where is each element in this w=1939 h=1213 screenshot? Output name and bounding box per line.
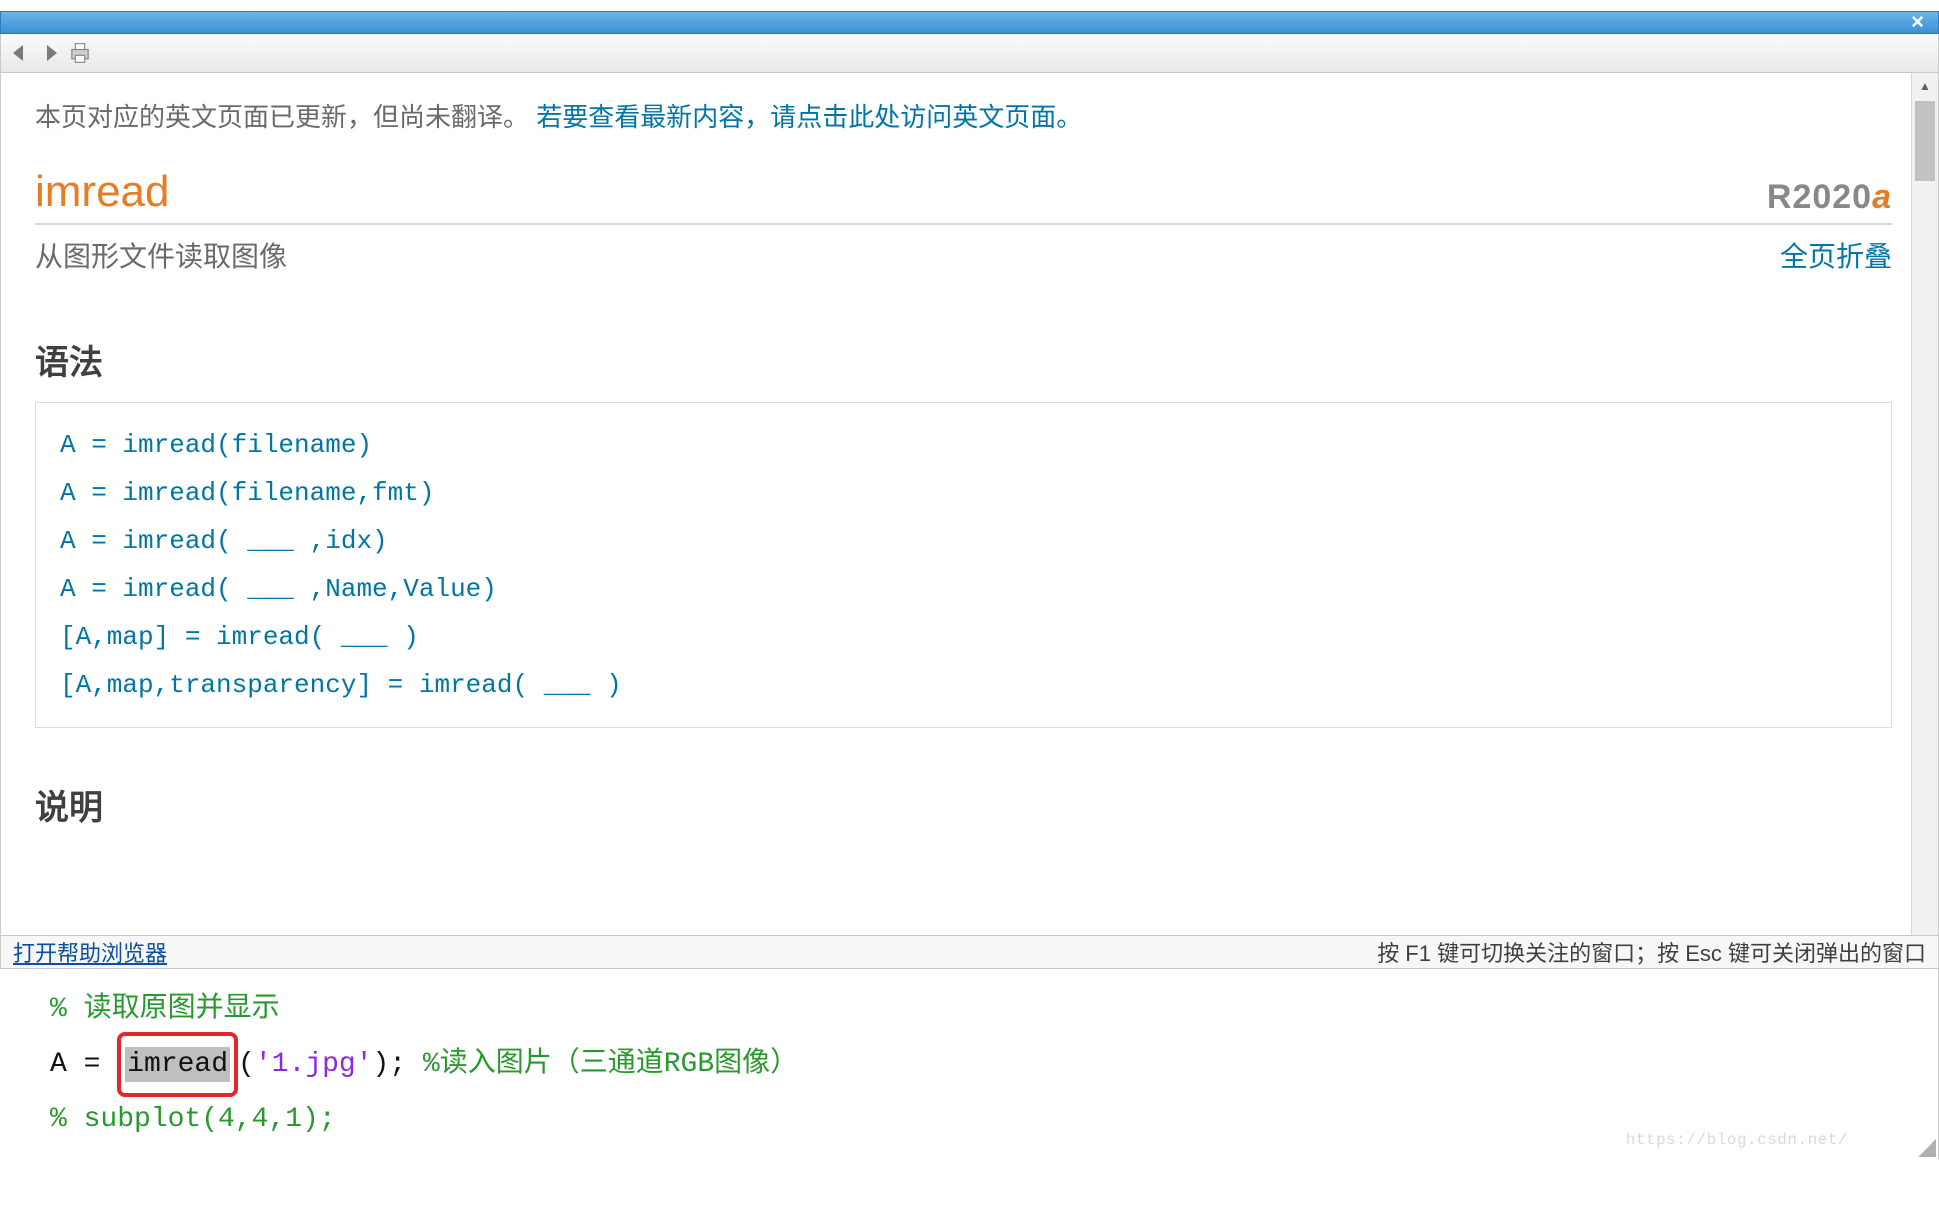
help-toolbar <box>0 34 1939 73</box>
selected-text: imread <box>125 1047 230 1082</box>
editor-code-area[interactable]: % 读取原图并显示 A = imread('1.jpg'); %读入图片（三通道… <box>0 969 1939 1159</box>
close-icon[interactable]: × <box>1911 12 1924 32</box>
code-fn: subplot <box>84 1104 202 1135</box>
english-page-link[interactable]: 若要查看最新内容，请点击此处访问英文页面。 <box>536 102 1082 132</box>
code-text: (4,4,1); <box>201 1104 335 1135</box>
syntax-line[interactable]: A = imread(filename,fmt) <box>60 469 1867 517</box>
translation-notice: 本页对应的英文页面已更新，但尚未翻译。 若要查看最新内容，请点击此处访问英文页面… <box>35 97 1900 139</box>
open-help-browser-link[interactable]: 打开帮助浏览器 <box>13 936 167 968</box>
resize-grip-icon[interactable] <box>1918 1139 1936 1157</box>
code-comment: % <box>50 1104 84 1135</box>
help-window-titlebar: × <box>0 11 1939 34</box>
code-text: ( <box>238 1049 255 1080</box>
string-quote: ' <box>255 1049 272 1080</box>
version-R: R <box>1767 178 1793 216</box>
code-line: % 读取原图并显示 <box>50 983 1938 1036</box>
syntax-line[interactable]: [A,map,transparency] = imread( ___ ) <box>60 661 1867 709</box>
syntax-line[interactable]: [A,map] = imread( ___ ) <box>60 613 1867 661</box>
doc-content: 本页对应的英文页面已更新，但尚未翻译。 若要查看最新内容，请点击此处访问英文页面… <box>1 73 1910 935</box>
short-description: 从图形文件读取图像 <box>35 235 287 275</box>
highlight-box: imread <box>117 1032 238 1097</box>
version-badge: R2020a <box>1767 178 1892 217</box>
forward-button[interactable] <box>36 39 64 67</box>
code-text: ); <box>373 1049 423 1080</box>
scroll-up-icon[interactable]: ▲ <box>1912 73 1938 99</box>
string-quote: ' <box>356 1049 373 1080</box>
string-literal: 1.jpg <box>272 1049 356 1080</box>
syntax-line[interactable]: A = imread(filename) <box>60 421 1867 469</box>
code-line: A = imread('1.jpg'); %读入图片（三通道RGB图像） <box>50 1036 1938 1093</box>
code-text: A = <box>50 1049 117 1080</box>
code-comment: %读入图片（三通道RGB图像） <box>423 1049 798 1080</box>
syntax-line[interactable]: A = imread( ___ ,Name,Value) <box>60 565 1867 613</box>
description-heading: 说明 <box>35 780 1900 829</box>
syntax-heading: 语法 <box>35 335 1900 384</box>
scroll-thumb[interactable] <box>1915 101 1935 181</box>
version-suffix: a <box>1872 178 1892 216</box>
collapse-all-link[interactable]: 全页折叠 <box>1780 235 1892 275</box>
print-button[interactable] <box>66 39 94 67</box>
notice-text: 本页对应的英文页面已更新，但尚未翻译。 <box>35 102 536 132</box>
footer-hint: 按 F1 键可切换关注的窗口；按 Esc 键可关闭弹出的窗口 <box>1377 936 1926 968</box>
version-year: 2020 <box>1792 178 1872 216</box>
syntax-line[interactable]: A = imread( ___ ,idx) <box>60 517 1867 565</box>
vertical-scrollbar[interactable]: ▲ <box>1911 73 1938 935</box>
syntax-box: A = imread(filename) A = imread(filename… <box>35 402 1892 729</box>
back-button[interactable] <box>6 39 34 67</box>
function-name: imread <box>35 167 170 217</box>
code-comment: % 读取原图并显示 <box>50 994 280 1025</box>
help-footer: 打开帮助浏览器 按 F1 键可切换关注的窗口；按 Esc 键可关闭弹出的窗口 <box>0 935 1939 969</box>
watermark: https://blog.csdn.net/ <box>1626 1125 1848 1155</box>
